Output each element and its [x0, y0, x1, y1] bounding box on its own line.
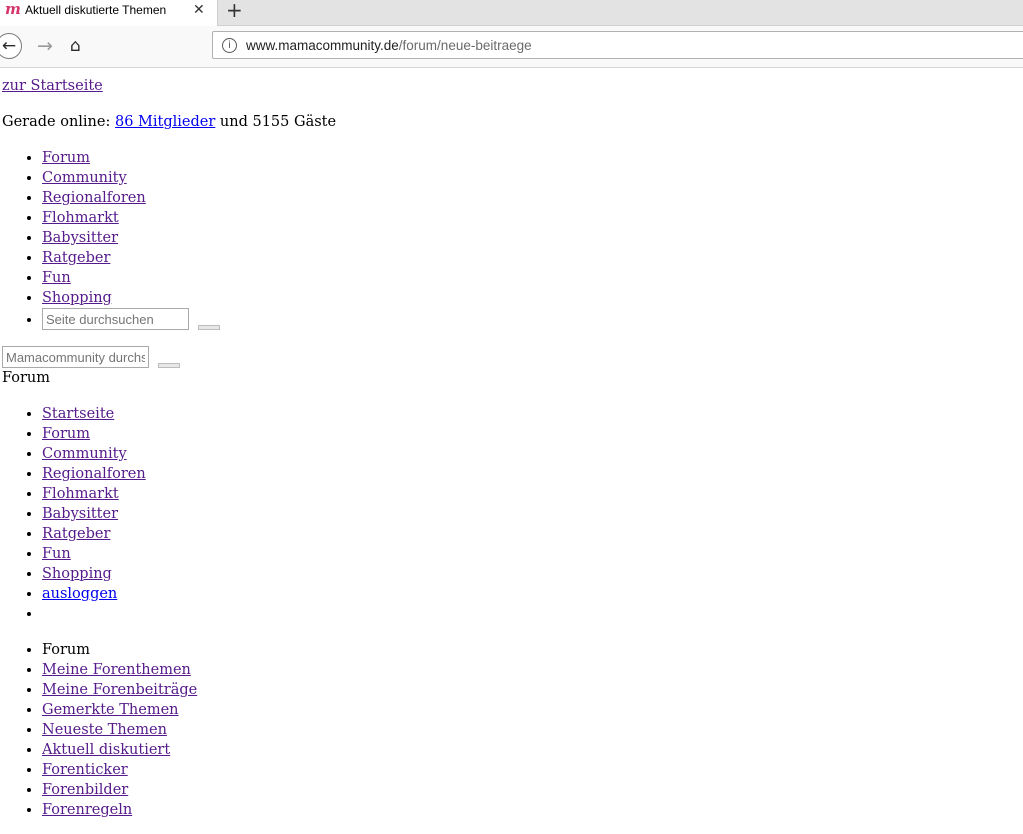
- nav2-item-babysitter: Babysitter: [42, 504, 1020, 524]
- nav2-link-startseite[interactable]: Startseite: [42, 406, 114, 422]
- forum-nav-list: Forum Meine Forenthemen Meine Forenbeitr…: [2, 640, 1020, 820]
- url-host: www.mamacommunity.de: [246, 38, 399, 53]
- logout-link[interactable]: ausloggen: [42, 586, 117, 602]
- nav2-item-forum: Forum: [42, 424, 1020, 444]
- nav-item-regionalforen: Regionalforen: [42, 188, 1020, 208]
- nav2-link-shopping[interactable]: Shopping: [42, 566, 112, 582]
- nav2-link-regionalforen[interactable]: Regionalforen: [42, 466, 146, 482]
- nav2-link-fun[interactable]: Fun: [42, 546, 71, 562]
- section-label: Forum: [2, 370, 51, 386]
- nav2-item-fun: Fun: [42, 544, 1020, 564]
- nav-link-regionalforen[interactable]: Regionalforen: [42, 190, 146, 206]
- site-favicon-icon: m: [5, 0, 21, 18]
- forum-item-ticker: Forenticker: [42, 760, 1020, 780]
- forum-link-hot-topics[interactable]: Aktuell diskutiert: [42, 742, 170, 758]
- browser-tab-active[interactable]: m Aktuell diskutierte Themen ✕: [0, 0, 218, 26]
- nav2-item-logout: ausloggen: [42, 584, 1020, 604]
- nav-item-ratgeber: Ratgeber: [42, 248, 1020, 268]
- forum-item-newest-topics: Neueste Themen: [42, 720, 1020, 740]
- forum-item-my-posts: Meine Forenbeiträge: [42, 680, 1020, 700]
- tab-title: Aktuell diskutierte Themen: [25, 3, 167, 17]
- forward-arrow-icon[interactable]: →: [37, 34, 53, 58]
- forum-item-hot-topics: Aktuell diskutiert: [42, 740, 1020, 760]
- url-path: /forum/neue-beitraege: [398, 38, 532, 53]
- nav-item-community: Community: [42, 168, 1020, 188]
- forum-link-my-topics[interactable]: Meine Forenthemen: [42, 662, 191, 678]
- nav-link-shopping[interactable]: Shopping: [42, 290, 112, 306]
- nav-link-babysitter[interactable]: Babysitter: [42, 230, 118, 246]
- online-status: Gerade online: 86 Mitglieder und 5155 Gä…: [2, 112, 1020, 132]
- nav-item-forum: Forum: [42, 148, 1020, 168]
- nav2-link-babysitter[interactable]: Babysitter: [42, 506, 118, 522]
- navigation-bar: ← → ⌂ i www.mamacommunity.de/forum/neue-…: [0, 26, 1023, 68]
- forum-item-rules: Forenregeln: [42, 800, 1020, 820]
- nav2-item-regionalforen: Regionalforen: [42, 464, 1020, 484]
- nav2-item-empty: [42, 604, 1020, 624]
- forum-link-my-posts[interactable]: Meine Forenbeiträge: [42, 682, 197, 698]
- forum-item-my-topics: Meine Forenthemen: [42, 660, 1020, 680]
- forum-link-rules[interactable]: Forenregeln: [42, 802, 132, 818]
- nav2-item-community: Community: [42, 444, 1020, 464]
- nav-item-babysitter: Babysitter: [42, 228, 1020, 248]
- back-arrow-icon[interactable]: ←: [0, 33, 22, 59]
- online-suffix: und 5155 Gäste: [219, 114, 337, 130]
- forum-item-pictures: Forenbilder: [42, 780, 1020, 800]
- nav2-link-community[interactable]: Community: [42, 446, 127, 462]
- global-search-input[interactable]: [2, 346, 149, 368]
- forum-link-newest-topics[interactable]: Neueste Themen: [42, 722, 167, 738]
- url-text[interactable]: www.mamacommunity.de/forum/neue-beitraeg…: [246, 38, 532, 53]
- site-search-input[interactable]: [42, 308, 189, 330]
- forum-nav-heading: Forum: [42, 640, 1020, 660]
- nav-link-community[interactable]: Community: [42, 170, 127, 186]
- home-icon[interactable]: ⌂: [70, 34, 81, 58]
- online-members-link[interactable]: 86 Mitglieder: [115, 114, 215, 130]
- forum-item-saved-topics: Gemerkte Themen: [42, 700, 1020, 720]
- new-tab-icon[interactable]: +: [226, 0, 243, 21]
- info-icon[interactable]: i: [222, 38, 237, 53]
- forum-link-pictures[interactable]: Forenbilder: [42, 782, 128, 798]
- nav-link-forum[interactable]: Forum: [42, 150, 90, 166]
- online-prefix: Gerade online:: [2, 114, 111, 130]
- secondary-nav-list: Startseite Forum Community Regionalforen…: [2, 404, 1020, 624]
- site-search-button[interactable]: [197, 325, 220, 330]
- global-search-row: [2, 346, 1020, 368]
- nav-link-fun[interactable]: Fun: [42, 270, 71, 286]
- nav2-link-flohmarkt[interactable]: Flohmarkt: [42, 486, 119, 502]
- nav-item-shopping: Shopping: [42, 288, 1020, 308]
- main-nav-list: Forum Community Regionalforen Flohmarkt …: [2, 148, 1020, 330]
- forum-link-ticker[interactable]: Forenticker: [42, 762, 128, 778]
- address-bar[interactable]: i www.mamacommunity.de/forum/neue-beitra…: [212, 31, 1023, 59]
- nav2-item-ratgeber: Ratgeber: [42, 524, 1020, 544]
- close-tab-icon[interactable]: ✕: [193, 1, 205, 19]
- nav2-link-ratgeber[interactable]: Ratgeber: [42, 526, 110, 542]
- nav2-item-shopping: Shopping: [42, 564, 1020, 584]
- nav-link-ratgeber[interactable]: Ratgeber: [42, 250, 110, 266]
- page-content: zur Startseite Gerade online: 86 Mitglie…: [2, 68, 1020, 820]
- home-link[interactable]: zur Startseite: [2, 78, 103, 94]
- nav-item-flohmarkt: Flohmarkt: [42, 208, 1020, 228]
- global-search-button[interactable]: [157, 363, 180, 368]
- forum-link-saved-topics[interactable]: Gemerkte Themen: [42, 702, 179, 718]
- nav-link-flohmarkt[interactable]: Flohmarkt: [42, 210, 119, 226]
- nav2-item-flohmarkt: Flohmarkt: [42, 484, 1020, 504]
- nav-item-search: [42, 308, 1020, 330]
- home-link-row: zur Startseite: [2, 76, 1020, 96]
- nav2-item-startseite: Startseite: [42, 404, 1020, 424]
- nav2-link-forum[interactable]: Forum: [42, 426, 90, 442]
- nav-item-fun: Fun: [42, 268, 1020, 288]
- tab-bar: m Aktuell diskutierte Themen ✕ +: [0, 0, 1023, 26]
